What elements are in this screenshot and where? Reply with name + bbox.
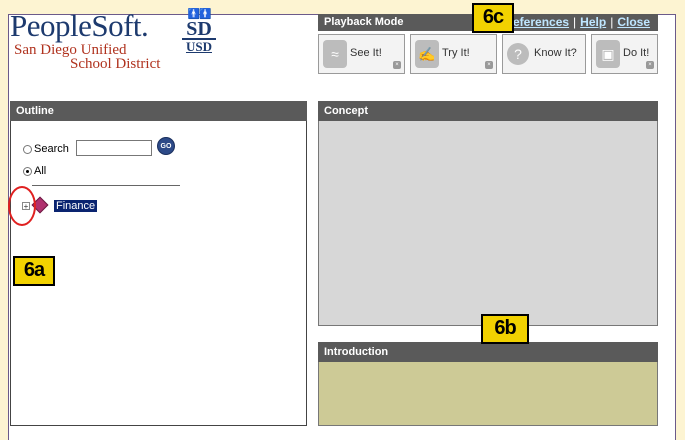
mode-info-icon: × [485, 61, 493, 69]
link-separator: | [610, 15, 614, 29]
see-it-button[interactable]: ≈ See It! × [318, 34, 405, 74]
close-link[interactable]: Close [617, 15, 650, 29]
try-it-icon: ✍ [415, 40, 439, 68]
do-it-label: Do It! [623, 47, 650, 59]
header-links: Preferences | Help | Close [500, 15, 650, 29]
all-radio[interactable] [23, 167, 32, 176]
try-it-button[interactable]: ✍ Try It! × [410, 34, 497, 74]
callout-6c: 6c [472, 3, 514, 33]
see-it-icon: ≈ [323, 40, 347, 68]
go-button[interactable]: GO [157, 137, 175, 155]
introduction-panel [318, 362, 658, 426]
outline-title: Outline [16, 105, 54, 117]
introduction-header: Introduction [318, 342, 658, 362]
logo-bottom-text: USD [182, 38, 216, 53]
know-it-button[interactable]: ? Know It? [502, 34, 586, 74]
outline-divider [32, 185, 180, 186]
search-radio[interactable] [23, 145, 32, 154]
search-input[interactable] [76, 140, 152, 156]
playback-mode-buttons: ≈ See It! × ✍ Try It! × ? Know It? ▣ Do … [318, 34, 658, 76]
tree-item-finance[interactable]: Finance [54, 200, 98, 212]
playback-mode-title: Playback Mode [324, 16, 404, 28]
district-logo: 🚹🚹 SD USD [182, 10, 216, 53]
link-separator: | [573, 15, 577, 29]
know-it-label: Know It? [534, 47, 577, 59]
introduction-title: Introduction [324, 346, 389, 358]
concept-panel [318, 121, 658, 326]
all-option-label: All [34, 165, 47, 177]
do-it-icon: ▣ [596, 40, 620, 68]
help-link[interactable]: Help [580, 15, 606, 29]
outline-header: Outline [10, 101, 307, 121]
product-name: PeopleSoft. [10, 8, 149, 43]
highlight-circle [8, 186, 36, 226]
logo-top-text: SD [186, 18, 212, 40]
mode-info-icon: × [646, 61, 654, 69]
concept-title: Concept [324, 105, 368, 117]
mode-info-icon: × [393, 61, 401, 69]
peoplesoft-branding: PeopleSoft. San Diego Unified School Dis… [10, 8, 160, 73]
search-option-label: Search [34, 143, 69, 155]
try-it-label: Try It! [442, 47, 470, 59]
callout-6a: 6a [13, 256, 55, 286]
callout-6b: 6b [481, 314, 529, 344]
org-name-line2: School District [70, 56, 161, 72]
concept-header: Concept [318, 101, 658, 121]
do-it-button[interactable]: ▣ Do It! × [591, 34, 658, 74]
know-it-icon: ? [507, 43, 529, 65]
see-it-label: See It! [350, 47, 382, 59]
